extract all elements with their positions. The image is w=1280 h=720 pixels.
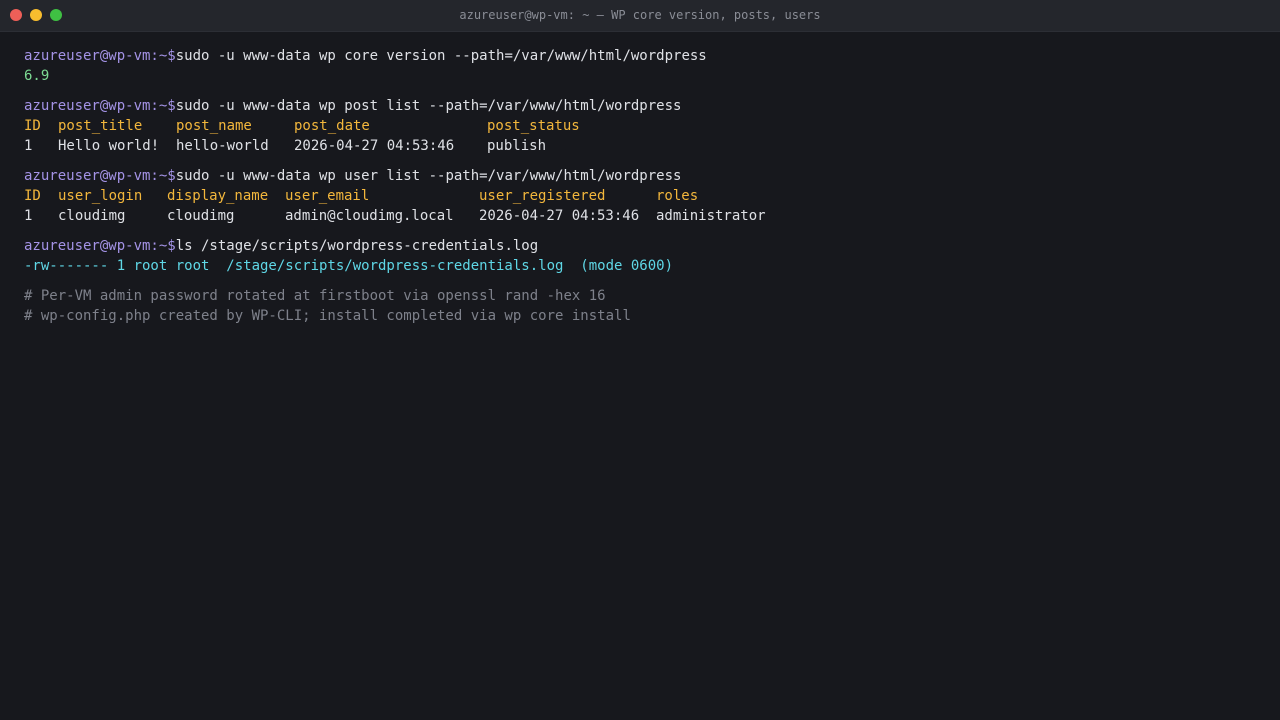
shell-prompt: azureuser@wp-vm:~$ [24, 48, 176, 64]
title-bar: azureuser@wp-vm: ~ — WP core version, po… [0, 0, 1280, 32]
table-cell: 2026-04-27 04:53:46 [479, 208, 640, 224]
table-cell: hello-world [176, 138, 269, 154]
command-line: azureuser@wp-vm:~$sudo -u www-data wp co… [24, 46, 707, 66]
column-header: post_date [294, 118, 370, 134]
comment-line: # wp-config.php created by WP-CLI; insta… [24, 308, 631, 324]
terminal-output[interactable]: azureuser@wp-vm:~$sudo -u www-data wp co… [24, 46, 766, 326]
column-header: user_registered [479, 188, 606, 204]
column-header: post_name [176, 118, 252, 134]
table-cell: publish [487, 138, 547, 154]
table-cell: cloudimg [167, 208, 235, 224]
table-cell: cloudimg [58, 208, 126, 224]
command-line: azureuser@wp-vm:~$sudo -u www-data wp po… [24, 96, 707, 116]
command-text: sudo -u www-data wp user list --path=/va… [175, 168, 682, 184]
version-output: 6.9 [24, 68, 50, 84]
table-cell: administrator [656, 208, 766, 224]
ls-output: -rw------- 1 root root /stage/scripts/wo… [24, 258, 674, 274]
column-header: display_name [167, 188, 269, 204]
column-header: post_title [58, 118, 143, 134]
shell-prompt: azureuser@wp-vm:~$ [24, 168, 176, 184]
table-row: 1 Hello world! hello-world 2026-04-27 04… [24, 136, 707, 156]
column-header: ID [24, 188, 41, 204]
column-header: post_status [487, 118, 580, 134]
table-cell: admin@cloudimg.local [285, 208, 454, 224]
shell-prompt: azureuser@wp-vm:~$ [24, 98, 176, 114]
window-title: azureuser@wp-vm: ~ — WP core version, po… [459, 8, 821, 22]
terminal-window: azureuser@wp-vm: ~ — WP core version, po… [0, 0, 1280, 720]
column-header: ID [24, 118, 41, 134]
comment-line: # Per-VM admin password rotated at first… [24, 288, 606, 304]
command-text: sudo -u www-data wp core version --path=… [175, 48, 707, 64]
table-cell: 1 [24, 208, 33, 224]
column-header: user_login [58, 188, 143, 204]
command-text: ls /stage/scripts/wordpress-credentials.… [175, 238, 539, 254]
column-header: roles [656, 188, 699, 204]
command-line: azureuser@wp-vm:~$sudo -u www-data wp us… [24, 166, 707, 186]
command-text: sudo -u www-data wp post list --path=/va… [175, 98, 682, 114]
table-cell: 2026-04-27 04:53:46 [294, 138, 455, 154]
shell-prompt: azureuser@wp-vm:~$ [24, 238, 176, 254]
post-table-header: ID post_title post_name post_date post_s… [24, 116, 707, 136]
table-cell: 1 [24, 138, 33, 154]
column-header: user_email [285, 188, 370, 204]
table-row: 1 cloudimg cloudimg admin@cloudimg.local… [24, 206, 766, 226]
command-line: azureuser@wp-vm:~$ls /stage/scripts/word… [24, 236, 707, 256]
user-table-header: ID user_login display_name user_email us… [24, 186, 707, 206]
table-cell: Hello world! [58, 138, 160, 154]
